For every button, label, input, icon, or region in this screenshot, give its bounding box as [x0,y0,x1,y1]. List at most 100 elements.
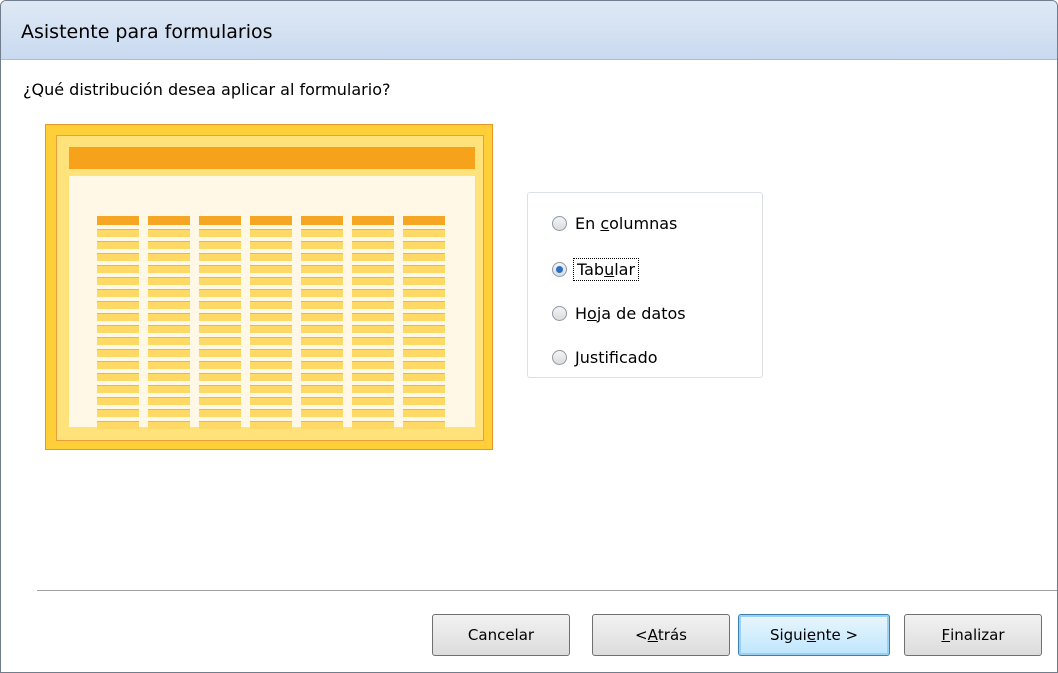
cancel-button[interactable]: Cancelar [432,614,570,656]
preview-row-line [97,229,139,237]
option-label: En columnas [575,213,678,233]
preview-row-line [148,373,190,381]
preview-column-header [199,216,241,225]
preview-column-header [301,216,343,225]
preview-row-line [403,229,445,237]
preview-row-line [301,361,343,369]
preview-column [199,216,241,433]
preview-row-line [97,385,139,393]
preview-row-line [352,349,394,357]
preview-row-line [97,241,139,249]
preview-column-header [352,216,394,225]
preview-row-line [403,373,445,381]
preview-row-line [199,361,241,369]
preview-row-line [199,421,241,429]
preview-row-line [148,289,190,297]
preview-column-header [403,216,445,225]
preview-row-line [199,229,241,237]
preview-row-line [148,337,190,345]
preview-row-line [301,313,343,321]
radio-button[interactable] [552,349,567,365]
preview-row-line [199,349,241,357]
preview-row-line [403,289,445,297]
preview-row-line [403,313,445,321]
preview-row-line [352,277,394,285]
preview-row-line [250,421,292,429]
preview-row-line [148,253,190,261]
preview-row-line [352,397,394,405]
radio-option-justificado[interactable]: Justificado [552,345,658,369]
preview-row-line [97,265,139,273]
preview-column-header [250,216,292,225]
preview-row-line [250,397,292,405]
preview-row-line [301,349,343,357]
preview-row-line [352,361,394,369]
option-label: Justificado [575,347,658,367]
preview-row-line [250,325,292,333]
radio-button-selected[interactable] [552,261,567,277]
preview-row-line [97,373,139,381]
next-button[interactable]: Sigui e nte > [738,614,890,656]
preview-row-line [97,337,139,345]
preview-row-line [199,325,241,333]
preview-row-line [199,313,241,321]
preview-row-line [301,397,343,405]
preview-row-line [250,373,292,381]
preview-row-line [403,277,445,285]
back-button[interactable]: < Atrás [592,614,730,656]
preview-row-line [403,397,445,405]
preview-row-line [148,325,190,333]
preview-row-line [301,241,343,249]
finish-button[interactable]: Finalizar [904,614,1042,656]
preview-row-line [97,421,139,429]
preview-frame [56,135,484,441]
title-bar: Asistente para formularios [1,1,1057,60]
preview-row-line [352,313,394,321]
preview-row-line [148,313,190,321]
preview-row-line [352,301,394,309]
preview-row-line [250,289,292,297]
preview-column [352,216,394,433]
preview-row-line [352,409,394,417]
preview-body [69,176,475,429]
preview-row-line [97,325,139,333]
option-label: Hoja de datos [575,303,686,323]
preview-row-line [199,241,241,249]
question-label: ¿Qué distribución desea aplicar al formu… [23,80,391,99]
wizard-content: ¿Qué distribución desea aplicar al formu… [1,60,1057,672]
preview-row-line [301,421,343,429]
preview-row-line [97,397,139,405]
preview-row-line [97,361,139,369]
radio-option-tabular[interactable]: Tabular [552,257,640,281]
preview-row-line [148,265,190,273]
preview-row-line [403,301,445,309]
preview-row-line [352,325,394,333]
layout-options-group: En columnas Tabular Hoja de datos Justif… [527,192,763,378]
preview-column-header [97,216,139,225]
preview-row-line [301,229,343,237]
preview-row-line [250,277,292,285]
preview-row-line [403,385,445,393]
radio-button[interactable] [552,215,567,231]
preview-row-line [352,241,394,249]
preview-row-line [352,253,394,261]
preview-row-line [301,289,343,297]
window-title: Asistente para formularios [21,21,273,43]
preview-row-line [301,301,343,309]
preview-row-line [301,385,343,393]
button-separator [37,590,1057,592]
radio-button[interactable] [552,305,567,321]
preview-row-line [148,241,190,249]
preview-row-line [97,349,139,357]
preview-row-line [250,409,292,417]
preview-row-line [403,241,445,249]
preview-row-line [148,361,190,369]
radio-option-hoja-de-datos[interactable]: Hoja de datos [552,301,686,325]
preview-row-line [97,277,139,285]
preview-row-line [352,373,394,381]
radio-option-en-columnas[interactable]: En columnas [552,211,677,235]
preview-column-header [148,216,190,225]
preview-row-line [403,265,445,273]
preview-row-line [148,349,190,357]
preview-row-line [403,361,445,369]
